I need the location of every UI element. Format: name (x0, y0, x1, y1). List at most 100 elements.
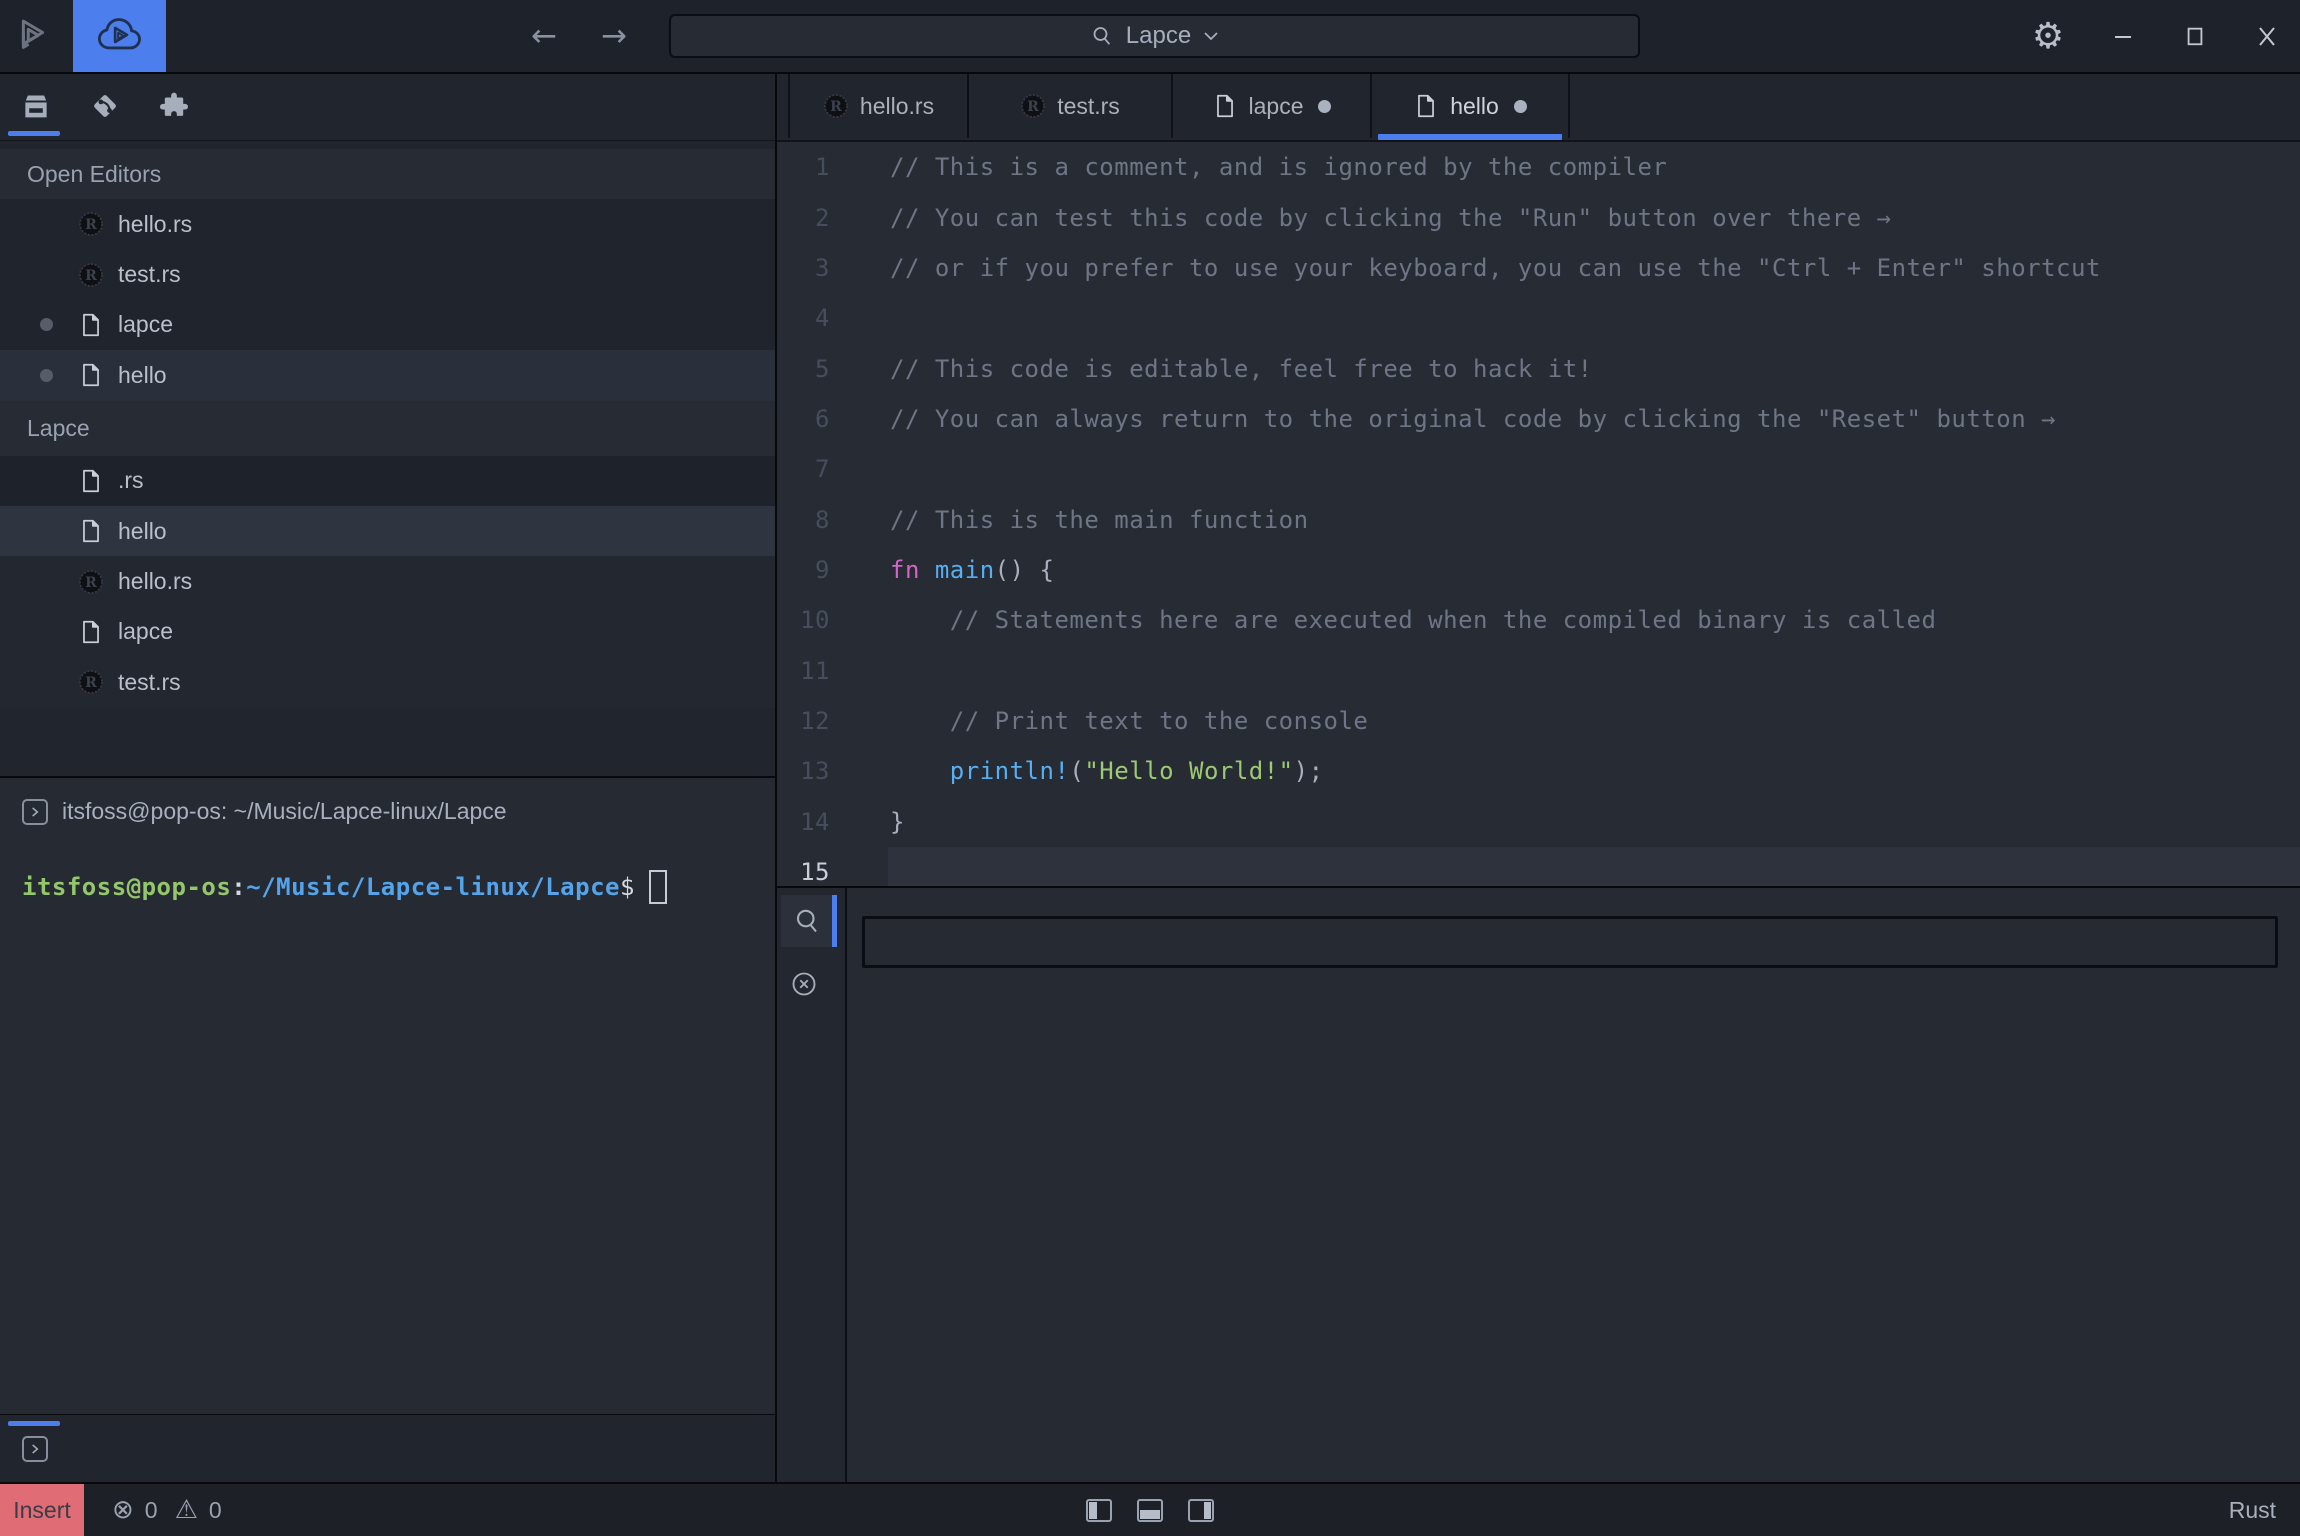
svg-text:R: R (830, 99, 842, 115)
code-line[interactable]: 4 (777, 293, 2300, 343)
bottom-panel (777, 888, 2300, 1482)
prompt-separator: : (231, 873, 246, 901)
rust-file-icon: R (78, 569, 104, 595)
open-editor-item[interactable]: lapce (0, 300, 775, 350)
tab-label: hello (1450, 93, 1499, 120)
code-text: // This code is editable, feel free to h… (890, 355, 1593, 383)
terminal-prompt-line[interactable]: itsfoss@pop-os:~/Music/Lapce-linux/Lapce… (22, 870, 667, 904)
editor-tab-hello.rs[interactable]: Rhello.rs (788, 74, 969, 138)
titlebar: ← → Lapce ⚙ (0, 0, 2300, 72)
file-explorer-icon[interactable] (19, 89, 53, 123)
workspace-search-box[interactable]: Lapce (669, 14, 1640, 58)
tree-item[interactable]: .rs (0, 456, 775, 506)
code-line[interactable]: 5 // This code is editable, feel free to … (777, 343, 2300, 393)
workspace-tree-header[interactable]: Lapce (0, 401, 775, 456)
line-number: 9 (777, 556, 830, 584)
nav-forward-button[interactable]: → (592, 0, 636, 72)
file-label: hello.rs (118, 568, 192, 595)
svg-text:R: R (85, 268, 97, 284)
code-text: // You can always return to the original… (890, 405, 2056, 433)
language-indicator[interactable]: Rust (2229, 1484, 2276, 1536)
editor-tab-bar: Rhello.rsRtest.rslapcehello (777, 74, 2300, 140)
code-line[interactable]: 11 (777, 645, 2300, 695)
tree-item[interactable]: Rhello.rs (0, 556, 775, 606)
tree-item[interactable]: lapce (0, 607, 775, 657)
file-label: lapce (118, 618, 173, 645)
code-line[interactable]: 6// You can always return to the origina… (777, 394, 2300, 444)
editor-tab-hello[interactable]: hello (1372, 74, 1570, 138)
code-text: // Statements here are executed when the… (890, 606, 1936, 634)
mode-indicator[interactable]: Insert (0, 1484, 84, 1536)
workspace-label: Lapce (1126, 22, 1191, 50)
code-editor[interactable]: 1 // This is a comment, and is ignored by… (777, 142, 2300, 886)
modified-dot-slot (40, 369, 78, 382)
tab-label: hello.rs (860, 93, 934, 120)
code-line[interactable]: 12 // Print text to the console (777, 696, 2300, 746)
modified-dot (40, 369, 53, 382)
editor-tab-test.rs[interactable]: Rtest.rs (969, 74, 1173, 138)
file-icon (1212, 93, 1238, 119)
prompt-path: ~/Music/Lapce-linux/Lapce (246, 873, 620, 901)
settings-gear-button[interactable]: ⚙ (2022, 0, 2074, 72)
language-label: Rust (2229, 1497, 2276, 1524)
code-line[interactable]: 14} (777, 796, 2300, 846)
terminal-tab-header[interactable]: itsfoss@pop-os: ~/Music/Lapce-linux/Lapc… (22, 798, 507, 825)
code-token: ); (1294, 757, 1324, 785)
window-maximize-button[interactable] (2172, 0, 2218, 72)
code-line[interactable]: 1 // This is a comment, and is ignored by… (777, 142, 2300, 192)
search-input[interactable] (862, 916, 2278, 968)
code-line[interactable]: 2// You can test this code by clicking t… (777, 192, 2300, 242)
editor-tab-lapce[interactable]: lapce (1173, 74, 1372, 138)
open-editor-item[interactable]: Rhello.rs (0, 199, 775, 249)
open-editor-item[interactable]: Rtest.rs (0, 249, 775, 299)
nav-back-button[interactable]: ← (522, 0, 566, 72)
window-close-button[interactable] (2244, 0, 2290, 72)
code-line[interactable]: 9fn main() { (777, 545, 2300, 595)
tree-item[interactable]: Rtest.rs (0, 657, 775, 707)
source-control-icon[interactable] (88, 89, 122, 123)
open-editor-item[interactable]: hello (0, 350, 775, 400)
code-text: // This is a comment, and is ignored by … (890, 153, 1667, 181)
problems-icon[interactable] (790, 970, 818, 998)
svg-text:R: R (85, 575, 97, 591)
file-label: test.rs (118, 261, 181, 288)
line-number: 11 (777, 657, 830, 685)
search-panel-tab[interactable] (781, 895, 832, 947)
code-line[interactable]: 10 // Statements here are executed when … (777, 595, 2300, 645)
chevron-down-icon (1203, 31, 1219, 41)
workspace-tree-header-label: Lapce (27, 415, 90, 442)
code-text: // Print text to the console (890, 707, 1368, 735)
toggle-bottom-panel-icon[interactable] (1137, 1499, 1163, 1522)
code-line[interactable]: 13 println!("Hello World!"); (777, 746, 2300, 796)
error-circle-icon: ⊗ (112, 1495, 134, 1525)
svg-text:R: R (85, 217, 97, 233)
remote-connection-button[interactable] (73, 0, 166, 72)
line-number: 5 (777, 355, 830, 383)
active-panel-indicator (8, 1421, 60, 1426)
rust-file-icon: R (823, 93, 849, 119)
open-editors-header[interactable]: Open Editors (0, 149, 775, 199)
code-line[interactable]: 8// This is the main function (777, 494, 2300, 544)
code-token: // You can test this code by clicking th… (890, 204, 1892, 232)
terminal-panel[interactable]: itsfoss@pop-os: ~/Music/Lapce-linux/Lapc… (0, 778, 775, 1414)
diagnostics[interactable]: ⊗ 0 ⚠ 0 (112, 1484, 222, 1536)
code-text: // You can test this code by clicking th… (890, 204, 1892, 232)
code-line[interactable]: 7 (777, 444, 2300, 494)
window-minimize-button[interactable] (2100, 0, 2146, 72)
status-bar: Insert ⊗ 0 ⚠ 0 Rust (0, 1484, 2300, 1536)
search-icon (1090, 24, 1114, 48)
terminal-panel-icon[interactable] (22, 1436, 48, 1462)
line-number: 4 (777, 304, 830, 332)
code-line[interactable]: 3// or if you prefer to use your keyboar… (777, 243, 2300, 293)
active-panel-indicator (8, 131, 60, 136)
code-token: // or if you prefer to use your keyboard… (890, 254, 2101, 282)
line-number: 1 (777, 153, 830, 181)
tree-item[interactable]: hello (0, 506, 775, 556)
code-token: ( (1069, 757, 1084, 785)
toggle-left-panel-icon[interactable] (1086, 1499, 1112, 1522)
file-explorer-panel: Open Editors Rhello.rsRtest.rslapcehello… (0, 141, 775, 776)
plugin-icon[interactable] (157, 89, 191, 123)
file-icon (78, 468, 104, 494)
toggle-right-panel-icon[interactable] (1188, 1499, 1214, 1522)
terminal-title: itsfoss@pop-os: ~/Music/Lapce-linux/Lapc… (62, 798, 507, 825)
